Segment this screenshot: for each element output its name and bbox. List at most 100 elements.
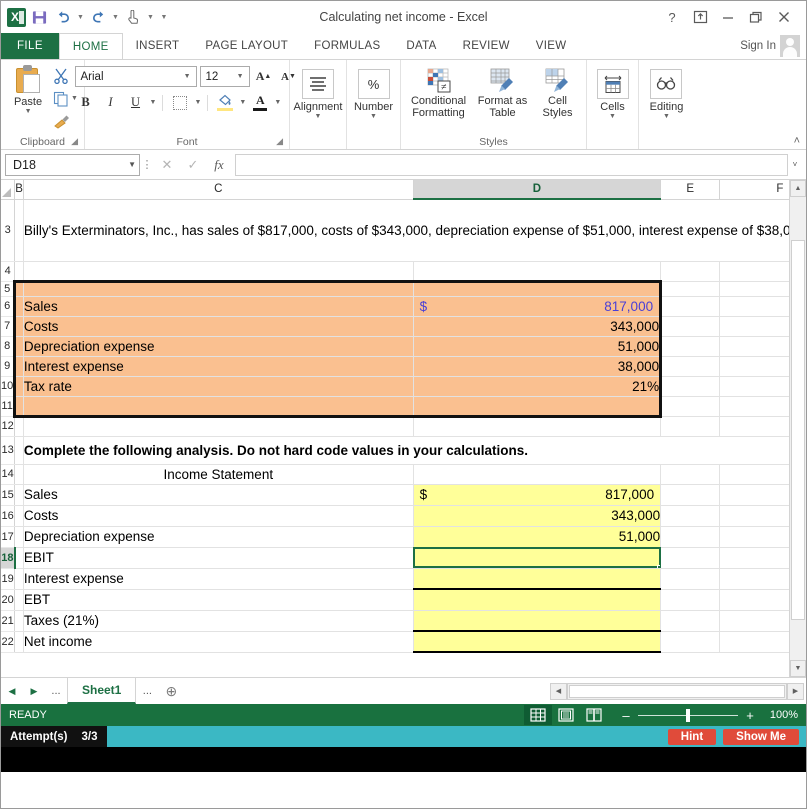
cell-D22-value[interactable] bbox=[413, 631, 660, 652]
tab-home[interactable]: HOME bbox=[59, 33, 123, 59]
row-header-13[interactable]: 13 bbox=[1, 436, 15, 464]
cell-C11[interactable] bbox=[23, 396, 413, 416]
cells-icon[interactable] bbox=[597, 69, 629, 99]
cell-B20[interactable] bbox=[15, 589, 24, 610]
row-header-4[interactable]: 4 bbox=[1, 261, 15, 281]
add-sheet-icon[interactable]: ⊕ bbox=[158, 678, 184, 704]
cell-B8[interactable] bbox=[15, 336, 24, 356]
row-header-7[interactable]: 7 bbox=[1, 316, 15, 336]
cell-F10[interactable] bbox=[720, 376, 789, 396]
cell-D9-value[interactable]: 38,000 bbox=[413, 356, 660, 376]
cell-D11[interactable] bbox=[413, 396, 660, 416]
cell-B3[interactable] bbox=[15, 199, 24, 261]
paste-dropdown-icon[interactable]: ▼ bbox=[25, 108, 32, 116]
number-format-icon[interactable]: % bbox=[358, 69, 390, 99]
row-header-15[interactable]: 15 bbox=[1, 484, 15, 505]
row-header-19[interactable]: 19 bbox=[1, 568, 15, 589]
select-all-corner[interactable] bbox=[1, 180, 15, 199]
cell-C8-label[interactable]: Depreciation expense bbox=[23, 336, 413, 356]
cell-D4[interactable] bbox=[413, 261, 660, 281]
avatar[interactable] bbox=[780, 35, 800, 57]
row-header-21[interactable]: 21 bbox=[1, 610, 15, 631]
horizontal-scrollbar[interactable]: ◀ ▶ bbox=[184, 678, 806, 704]
cell-F4[interactable] bbox=[720, 261, 789, 281]
cell-C13-instruction[interactable]: Complete the following analysis. Do not … bbox=[23, 436, 789, 464]
scroll-left-icon[interactable]: ◀ bbox=[550, 683, 567, 700]
vertical-scroll-track[interactable] bbox=[790, 197, 806, 660]
tab-insert[interactable]: INSERT bbox=[123, 33, 193, 59]
cell-F21[interactable] bbox=[720, 610, 789, 631]
zoom-control[interactable]: – + 100% bbox=[620, 708, 798, 723]
row-header-16[interactable]: 16 bbox=[1, 505, 15, 526]
horizontal-scroll-thumb[interactable] bbox=[569, 685, 785, 698]
cell-F9[interactable] bbox=[720, 356, 789, 376]
cell-C3-prompt[interactable]: Billy's Exterminators, Inc., has sales o… bbox=[23, 199, 789, 261]
underline-dropdown-icon[interactable]: ▼ bbox=[150, 99, 157, 106]
cell-F16[interactable] bbox=[720, 505, 789, 526]
sign-in-area[interactable]: Sign In bbox=[740, 33, 806, 59]
cell-D17-value[interactable]: 51,000 bbox=[413, 526, 660, 547]
cell-C10-label[interactable]: Tax rate bbox=[23, 376, 413, 396]
cell-F6[interactable] bbox=[720, 296, 789, 316]
scroll-down-icon[interactable]: ▼ bbox=[790, 660, 806, 677]
conditional-formatting-button[interactable]: ≠ Conditional Formatting bbox=[406, 66, 472, 121]
row-header-9[interactable]: 9 bbox=[1, 356, 15, 376]
customize-qat-icon[interactable]: ▼ bbox=[157, 14, 171, 21]
normal-view-icon[interactable] bbox=[524, 705, 552, 725]
number-dropdown-icon[interactable]: ▼ bbox=[370, 113, 377, 120]
undo-icon[interactable] bbox=[52, 6, 74, 28]
cell-E22[interactable] bbox=[661, 631, 720, 652]
row-header-10[interactable]: 10 bbox=[1, 376, 15, 396]
cell-B14[interactable] bbox=[15, 464, 24, 484]
cell-E15[interactable] bbox=[661, 484, 720, 505]
zoom-slider-track[interactable] bbox=[638, 715, 738, 716]
touch-mode-dropdown-icon[interactable]: ▼ bbox=[146, 14, 155, 21]
row-header-17[interactable]: 17 bbox=[1, 526, 15, 547]
column-header-F[interactable]: F bbox=[720, 180, 789, 199]
ribbon-display-options-icon[interactable] bbox=[686, 4, 714, 30]
cell-E7[interactable] bbox=[661, 316, 720, 336]
row-header-5[interactable]: 5 bbox=[1, 281, 15, 296]
confirm-entry-icon[interactable]: ✓ bbox=[180, 154, 206, 176]
vertical-scrollbar[interactable]: ▲ ▼ bbox=[789, 180, 806, 677]
row-header-6[interactable]: 6 bbox=[1, 296, 15, 316]
page-layout-view-icon[interactable] bbox=[552, 705, 580, 725]
cell-C16-label[interactable]: Costs bbox=[23, 505, 413, 526]
cell-E9[interactable] bbox=[661, 356, 720, 376]
column-header-C[interactable]: C bbox=[23, 180, 413, 199]
cell-D7-value[interactable]: 343,000 bbox=[413, 316, 660, 336]
tab-page-layout[interactable]: PAGE LAYOUT bbox=[192, 33, 301, 59]
cell-E19[interactable] bbox=[661, 568, 720, 589]
tab-data[interactable]: DATA bbox=[393, 33, 449, 59]
cell-E20[interactable] bbox=[661, 589, 720, 610]
cell-B10[interactable] bbox=[15, 376, 24, 396]
cell-C20-label[interactable]: EBT bbox=[23, 589, 413, 610]
italic-icon[interactable]: I bbox=[100, 92, 122, 113]
zoom-in-icon[interactable]: + bbox=[744, 708, 756, 723]
cell-B6[interactable] bbox=[15, 296, 24, 316]
underline-icon[interactable]: U bbox=[125, 92, 147, 113]
row-header-12[interactable]: 12 bbox=[1, 416, 15, 436]
fill-handle[interactable] bbox=[657, 565, 661, 569]
paste-button[interactable]: Paste ▼ bbox=[5, 63, 51, 118]
cell-C21-label[interactable]: Taxes (21%) bbox=[23, 610, 413, 631]
row-header-18[interactable]: 18 bbox=[1, 547, 15, 568]
format-as-table-button[interactable]: Format as Table bbox=[474, 66, 532, 121]
cell-E4[interactable] bbox=[661, 261, 720, 281]
cell-styles-button[interactable]: Cell Styles bbox=[534, 66, 582, 121]
restore-icon[interactable] bbox=[742, 4, 770, 30]
name-box[interactable]: D18 ▼ bbox=[5, 154, 140, 176]
touch-mode-icon[interactable] bbox=[122, 6, 144, 28]
zoom-level-label[interactable]: 100% bbox=[762, 709, 798, 721]
column-header-B[interactable]: B bbox=[15, 180, 24, 199]
cell-F15[interactable] bbox=[720, 484, 789, 505]
redo-dropdown-icon[interactable]: ▼ bbox=[111, 14, 120, 21]
cell-C7-label[interactable]: Costs bbox=[23, 316, 413, 336]
cell-B12[interactable] bbox=[15, 416, 24, 436]
cell-B5[interactable] bbox=[15, 281, 24, 296]
cells-dropdown-icon[interactable]: ▼ bbox=[609, 113, 616, 120]
cell-B16[interactable] bbox=[15, 505, 24, 526]
cell-E12[interactable] bbox=[661, 416, 720, 436]
cell-C12[interactable] bbox=[23, 416, 413, 436]
vertical-scroll-thumb[interactable] bbox=[791, 240, 805, 620]
